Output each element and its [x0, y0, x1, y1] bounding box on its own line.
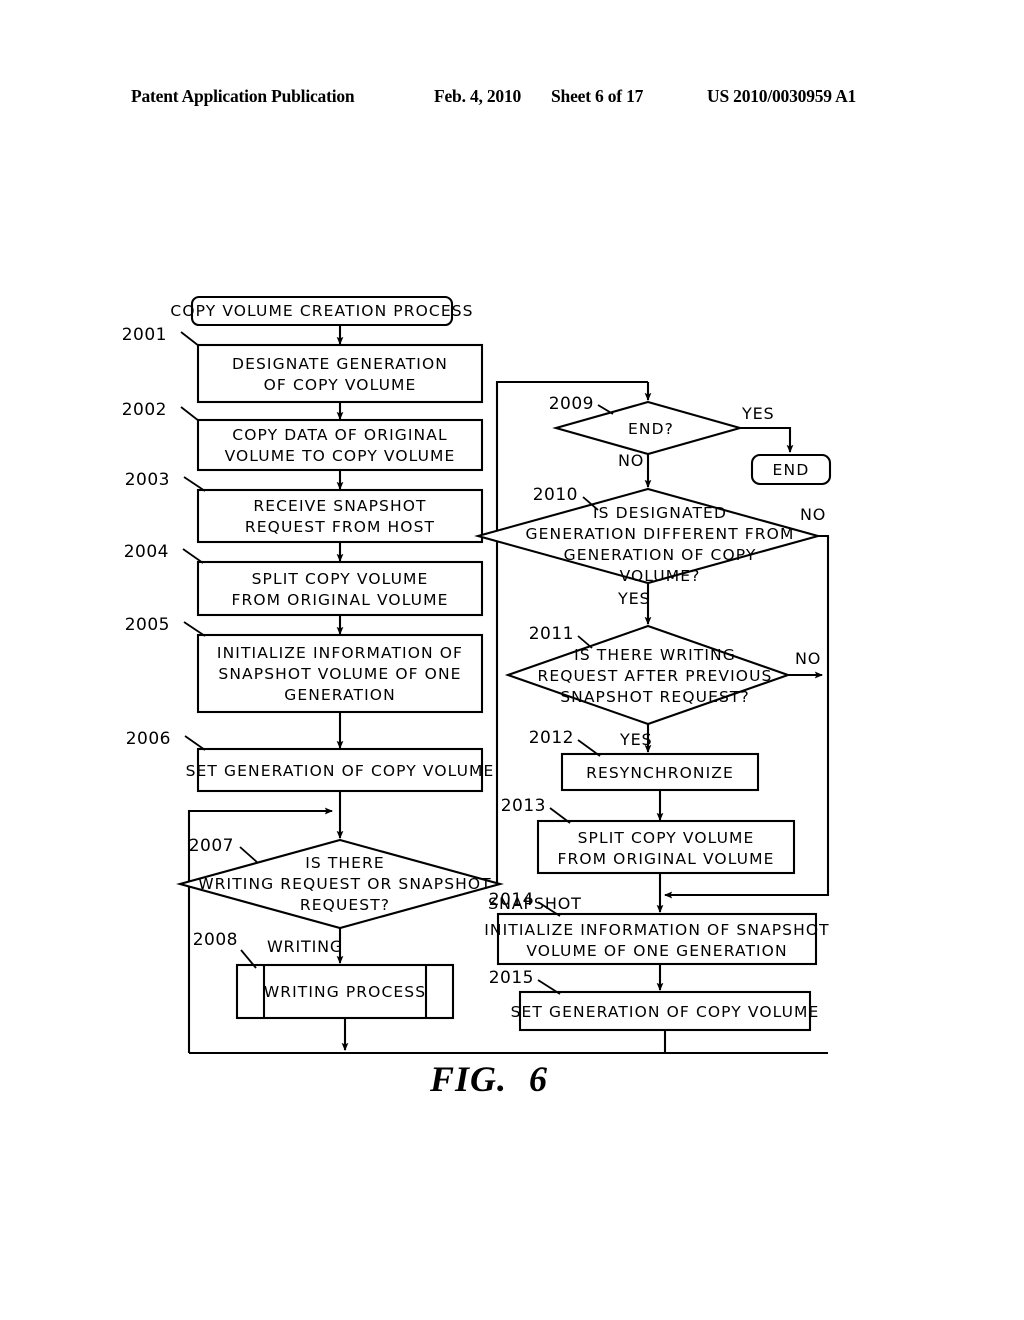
box-2005-line3: GENERATION — [284, 686, 396, 704]
branch-label-2009-yes: YES — [741, 404, 774, 423]
process-box-2013: SPLIT COPY VOLUME FROM ORIGINAL VOLUME — [536, 819, 796, 875]
diamond-2007-line1: IS THERE — [305, 854, 385, 872]
diamond-2011-line2: REQUEST AFTER PREVIOUS — [537, 667, 772, 685]
ref-label-2008: 2008 — [193, 930, 238, 950]
ref-label-2010: 2010 — [533, 485, 578, 505]
start-terminator-label: COPY VOLUME CREATION PROCESS — [170, 302, 473, 320]
process-box-2003: RECEIVE SNAPSHOT REQUEST FROM HOST — [196, 488, 484, 544]
box-2014-line1: INITIALIZE INFORMATION OF SNAPSHOT — [484, 921, 830, 939]
ref-label-2015: 2015 — [489, 968, 534, 988]
diamond-2010-line3: GENERATION OF COPY — [564, 546, 757, 564]
box-2013-line2: FROM ORIGINAL VOLUME — [558, 850, 775, 868]
ref-label-2011: 2011 — [529, 624, 574, 644]
leader-2001 — [180, 331, 200, 347]
figure-caption-label: FIG. — [430, 1059, 508, 1099]
box-2013-line1: SPLIT COPY VOLUME — [578, 829, 755, 847]
process-box-2015: SET GENERATION OF COPY VOLUME — [511, 990, 820, 1032]
leader-2005 — [183, 621, 206, 637]
process-box-2014: INITIALIZE INFORMATION OF SNAPSHOT VOLUM… — [484, 912, 830, 966]
box-2014-line2: VOLUME OF ONE GENERATION — [526, 942, 787, 960]
box-2001-line2: OF COPY VOLUME — [264, 376, 417, 394]
ref-label-2004: 2004 — [124, 542, 169, 562]
ref-label-2013: 2013 — [501, 796, 546, 816]
box-2005-line1: INITIALIZE INFORMATION OF — [217, 644, 463, 662]
figure-caption-number: 6 — [529, 1059, 549, 1099]
box-2012-line1: RESYNCHRONIZE — [586, 764, 734, 782]
ref-label-2012: 2012 — [529, 728, 574, 748]
box-2003-line1: RECEIVE SNAPSHOT — [253, 497, 426, 515]
box-2002-line1: COPY DATA OF ORIGINAL — [232, 426, 447, 444]
box-2015-line1: SET GENERATION OF COPY VOLUME — [511, 1003, 820, 1021]
box-2001-line1: DESIGNATE GENERATION — [232, 355, 448, 373]
box-2004-line2: FROM ORIGINAL VOLUME — [232, 591, 449, 609]
diamond-2010-line4: VOLUME? — [620, 567, 701, 585]
diamond-2011-line3: SNAPSHOT REQUEST? — [560, 688, 750, 706]
branch-label-2010-yes: YES — [617, 589, 650, 608]
flowchart-svg: COPY VOLUME CREATION PROCESS DESIGNATE G… — [122, 295, 832, 1055]
diamond-2010-line2: GENERATION DIFFERENT FROM — [526, 525, 795, 543]
end-terminator-label: END — [773, 461, 810, 479]
ref-label-2007: 2007 — [189, 836, 234, 856]
branch-label-2011-no: NO — [795, 649, 821, 668]
box-2008-line1: WRITING PROCESS — [264, 983, 426, 1001]
branch-label-2010-no: NO — [800, 505, 826, 524]
diamond-2007-line3: REQUEST? — [300, 896, 390, 914]
leader-2006 — [184, 735, 206, 751]
ref-label-2003: 2003 — [125, 470, 170, 490]
box-2003-line2: REQUEST FROM HOST — [245, 518, 435, 536]
ref-label-2001: 2001 — [122, 325, 167, 345]
diamond-2009-line1: END? — [628, 420, 674, 438]
process-box-2002: COPY DATA OF ORIGINAL VOLUME TO COPY VOL… — [196, 418, 484, 472]
process-box-2006: SET GENERATION OF COPY VOLUME — [186, 747, 495, 793]
diamond-2011-line1: IS THERE WRITING — [574, 646, 736, 664]
diamond-2007-line2: WRITING REQUEST OR SNAPSHOT — [198, 875, 492, 893]
figure-caption: FIG. 6 — [430, 1058, 548, 1100]
ref-label-2009: 2009 — [549, 394, 594, 414]
ref-label-2006: 2006 — [126, 729, 171, 749]
start-terminator: COPY VOLUME CREATION PROCESS — [170, 295, 473, 327]
leader-2007 — [239, 846, 259, 864]
box-2004-line1: SPLIT COPY VOLUME — [252, 570, 429, 588]
leader-2003 — [183, 476, 206, 492]
diamond-2010-line1: IS DESIGNATED — [593, 504, 727, 522]
patent-page: Patent Application Publication Feb. 4, 2… — [0, 0, 1024, 1320]
flowchart-figure: COPY VOLUME CREATION PROCESS DESIGNATE G… — [0, 0, 1024, 1320]
predefined-process-2008: WRITING PROCESS — [235, 963, 455, 1020]
box-2006-line1: SET GENERATION OF COPY VOLUME — [186, 762, 495, 780]
ref-label-2005: 2005 — [125, 615, 170, 635]
branch-label-2009-no: NO — [618, 451, 644, 470]
process-box-2001: DESIGNATE GENERATION OF COPY VOLUME — [196, 343, 484, 404]
process-box-2004: SPLIT COPY VOLUME FROM ORIGINAL VOLUME — [196, 560, 484, 617]
branch-label-2007-writing: WRITING — [267, 937, 343, 956]
box-2002-line2: VOLUME TO COPY VOLUME — [225, 447, 456, 465]
connector-2009-yes-to-end — [740, 426, 794, 454]
ref-label-2002: 2002 — [122, 400, 167, 420]
process-box-2005: INITIALIZE INFORMATION OF SNAPSHOT VOLUM… — [196, 633, 484, 714]
leader-2004 — [182, 548, 204, 564]
ref-label-2014: 2014 — [489, 890, 534, 910]
process-box-2012: RESYNCHRONIZE — [560, 752, 760, 792]
box-2005-line2: SNAPSHOT VOLUME OF ONE — [218, 665, 461, 683]
decision-2010: IS DESIGNATED GENERATION DIFFERENT FROM … — [474, 487, 822, 585]
leader-2002 — [180, 406, 200, 422]
end-terminator: END — [750, 453, 832, 486]
leader-2009 — [597, 404, 614, 415]
